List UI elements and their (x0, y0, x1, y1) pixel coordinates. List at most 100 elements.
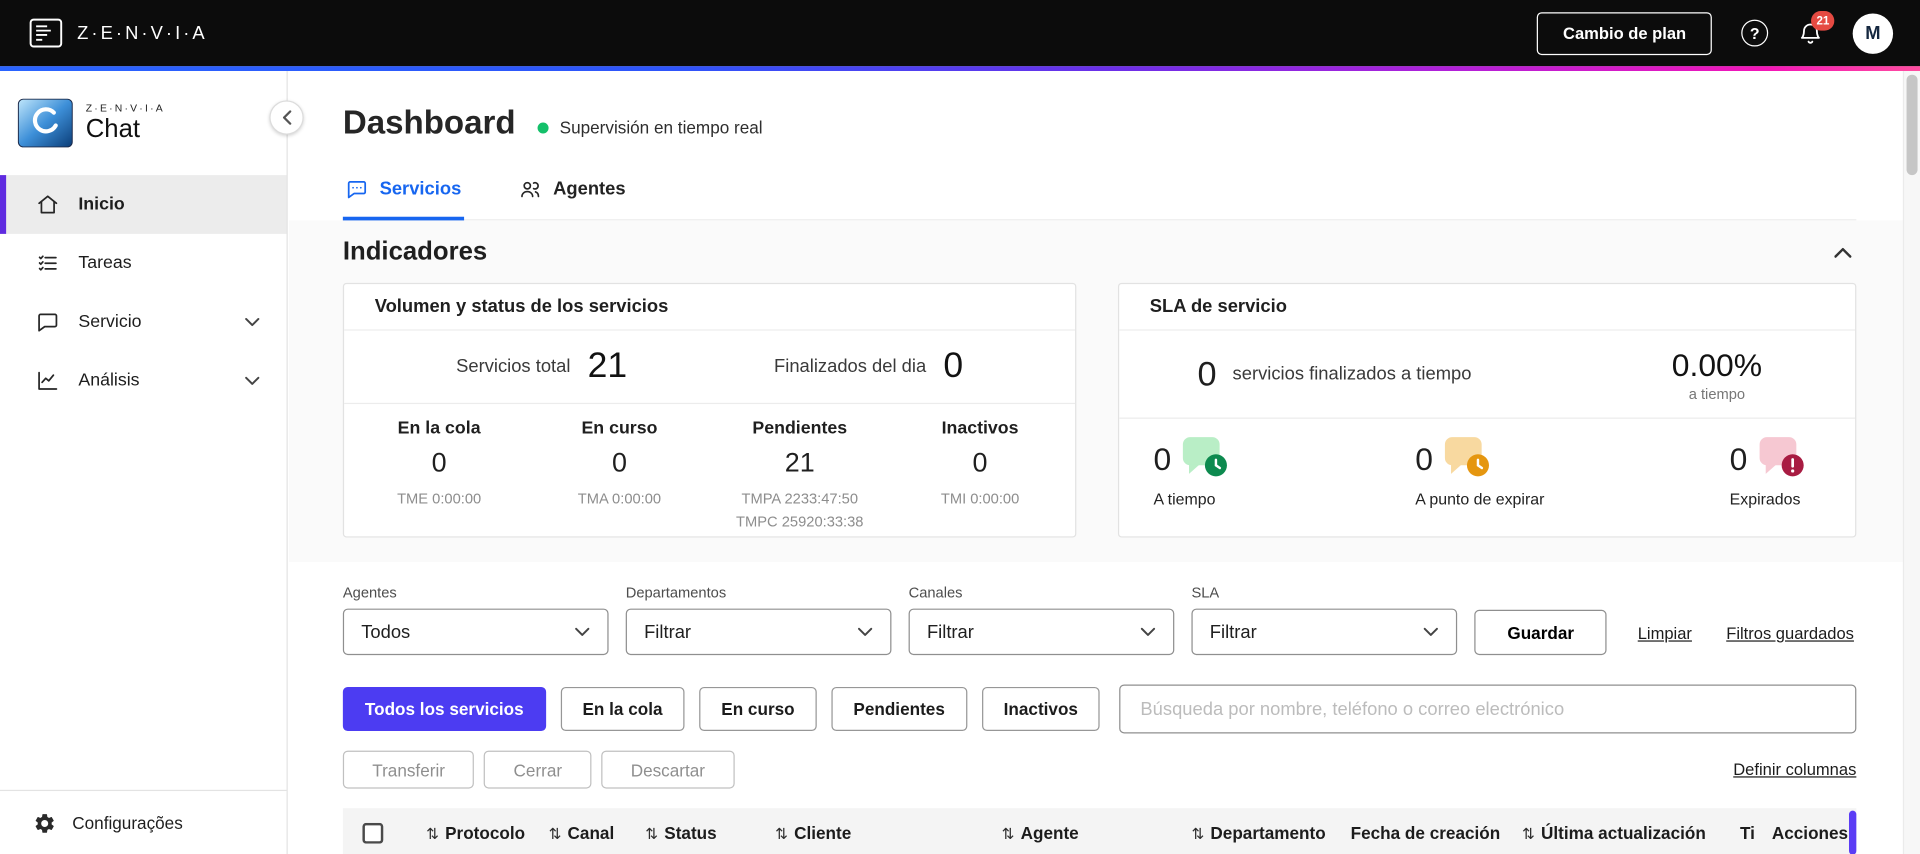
sort-icon: ⇅ (1522, 823, 1535, 842)
sidebar-item-servicio[interactable]: Servicio (0, 293, 287, 352)
filter-en-curso[interactable]: En curso (699, 686, 817, 732)
select-value: Filtrar (926, 621, 974, 643)
column-header-tiempo: Ti (1740, 823, 1772, 843)
tab-servicios[interactable]: Servicios (342, 167, 464, 221)
settings-icon (33, 811, 56, 834)
page-scrollbar-thumb[interactable] (1906, 74, 1918, 176)
define-columns-link[interactable]: Definir columnas (1733, 760, 1856, 778)
column-label: En curso (581, 418, 658, 439)
filter-canales: Canales Filtrar (908, 584, 1175, 656)
finished-today-value: 0 (943, 346, 964, 386)
notification-badge: 21 (1811, 11, 1835, 31)
people-icon (518, 178, 542, 201)
sidebar-footer-label: Configurações (72, 813, 183, 833)
live-status: Supervisión en tiempo real (537, 109, 763, 137)
column-header-protocolo[interactable]: ⇅ Protocolo (426, 823, 548, 843)
close-button[interactable]: Cerrar (484, 750, 592, 789)
page-scrollbar[interactable] (1902, 71, 1920, 854)
analysis-icon (36, 369, 60, 393)
sidebar-item-label: Análisis (78, 371, 140, 391)
departamentos-select[interactable]: Filtrar (625, 608, 892, 656)
discard-button[interactable]: Descartar (601, 750, 735, 789)
column-header-canal[interactable]: ⇅ Canal (549, 823, 646, 843)
sort-icon: ⇅ (426, 823, 439, 842)
sla-select[interactable]: Filtrar (1191, 608, 1458, 656)
stat-value: 0 (1729, 440, 1748, 478)
sla-finished-label: servicios finalizados a tiempo (1232, 363, 1472, 385)
sla-percent-value: 0.00% (1671, 345, 1763, 383)
sidebar-item-tareas[interactable]: Tareas (0, 234, 287, 293)
help-icon[interactable]: ? (1741, 19, 1769, 47)
column-label: Inactivos (941, 418, 1019, 439)
filter-en-la-cola[interactable]: En la cola (560, 686, 685, 732)
chevron-down-icon (1140, 627, 1156, 637)
sort-icon: ⇅ (775, 823, 788, 842)
column-value: 0 (972, 446, 988, 478)
transfer-button[interactable]: Transferir (342, 750, 475, 789)
sla-expiring-icon (1443, 435, 1492, 479)
chevron-up-icon[interactable] (1829, 242, 1856, 263)
column-header-fecha-creacion[interactable]: Fecha de creación (1351, 823, 1522, 843)
volume-status-card: Volumen y status de los servicios Servic… (342, 282, 1077, 538)
filter-departamentos: Departamentos Filtrar (625, 584, 892, 656)
search-input[interactable] (1119, 684, 1857, 734)
table-scrollbar-thumb[interactable] (1848, 810, 1857, 854)
chevron-down-icon (857, 627, 873, 637)
sla-percent: 0.00% a tiempo (1672, 346, 1762, 402)
column-label: Pendientes (752, 418, 848, 439)
select-value: Todos (361, 621, 411, 643)
column-header-status[interactable]: ⇅ Status (645, 823, 775, 843)
zenvia-chat-logo-icon (17, 98, 73, 148)
column-header-agente[interactable]: ⇅ Agente (1002, 823, 1192, 843)
filter-pendientes[interactable]: Pendientes (831, 686, 967, 732)
column-label: Agente (1020, 822, 1079, 843)
filter-inactivos[interactable]: Inactivos (981, 686, 1101, 732)
home-icon (36, 192, 60, 216)
sla-finished-value: 0 (1197, 354, 1217, 393)
save-filters-button[interactable]: Guardar (1474, 609, 1608, 656)
chat-bubble-icon (345, 178, 368, 201)
services-total-value: 21 (587, 346, 628, 386)
topbar-actions: Cambio de plan ? 21 M (1537, 11, 1894, 55)
saved-filters-link[interactable]: Filtros guardados (1726, 624, 1854, 655)
sidebar-item-configuracoes[interactable]: Configurações (0, 789, 287, 854)
clear-filters-link[interactable]: Limpiar (1638, 624, 1692, 655)
stat-label: Expirados (1729, 489, 1801, 509)
column-label: Fecha de creación (1350, 822, 1501, 843)
column-header-ultima-actualizacion[interactable]: ⇅ Última actualización (1522, 823, 1740, 843)
agentes-select[interactable]: Todos (342, 608, 609, 656)
tab-label: Agentes (553, 178, 626, 200)
tab-label: Servicios (379, 178, 462, 200)
filter-label: Departamentos (625, 584, 727, 602)
filter-agentes: Agentes Todos (342, 584, 609, 656)
column-sub-line: TMPC 25920:33:38 (736, 512, 864, 530)
bulk-actions-row: Transferir Cerrar Descartar Definir colu… (289, 733, 1920, 789)
sla-percent-label: a tiempo (1688, 385, 1746, 403)
sla-on-time-icon (1181, 435, 1230, 479)
canales-select[interactable]: Filtrar (908, 608, 1175, 656)
volume-columns: En la cola 0 TME 0:00:00 En curso 0 TMA … (344, 404, 1075, 533)
sidebar-item-label: Servicio (78, 312, 142, 332)
indicator-cards: Volumen y status de los servicios Servic… (342, 282, 1857, 538)
filter-todos-los-servicios[interactable]: Todos los servicios (342, 686, 546, 732)
column-label: Última actualización (1541, 822, 1706, 843)
sla-stat-expiring: 0 A punto de expirar (1415, 435, 1544, 508)
select-all-checkbox[interactable] (362, 822, 384, 844)
sla-expired-icon (1757, 435, 1806, 479)
sidebar-item-analisis[interactable]: Análisis (0, 351, 287, 410)
services-total-label: Servicios total (456, 356, 571, 378)
pending-column: Pendientes 21 TMPA 2233:47:50 TMPC 25920… (710, 419, 890, 533)
indicators-section: Indicadores Volumen y status de los serv… (288, 220, 1920, 563)
column-label: Cliente (794, 822, 852, 843)
avatar[interactable]: M (1852, 12, 1894, 54)
sidebar-collapse-button[interactable] (269, 100, 304, 135)
column-header-departamento[interactable]: ⇅ Departamento (1191, 823, 1350, 843)
tab-agentes[interactable]: Agentes (515, 167, 628, 221)
sidebar-item-inicio[interactable]: Inicio (0, 175, 287, 234)
notifications-button[interactable]: 21 (1798, 11, 1835, 47)
change-plan-button[interactable]: Cambio de plan (1537, 11, 1712, 55)
main-tabs: Servicios Agentes (342, 167, 1857, 221)
zenvia-chat-logo: Z·E·N·V·I·A Chat (0, 71, 287, 148)
column-header-cliente[interactable]: ⇅ Cliente (775, 823, 1002, 843)
page-header: Dashboard Supervisión en tiempo real (289, 71, 1920, 142)
